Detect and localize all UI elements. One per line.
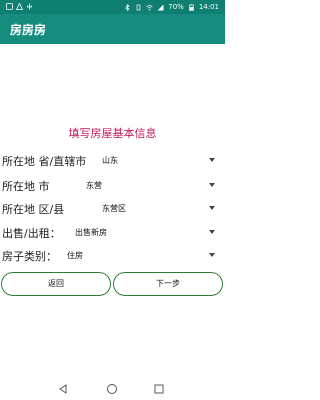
form-title: 填写房屋基本信息 [68, 127, 157, 140]
status-bar: 70% 14:01 [0, 0, 225, 14]
alert-icon [16, 3, 23, 10]
house-type-value: 住房 [67, 251, 83, 260]
notification-icon [6, 3, 13, 10]
circle-home-icon[interactable] [106, 383, 118, 395]
district-label: 所在地 区/县 [2, 203, 65, 216]
city-label: 所在地 市 [2, 180, 50, 193]
battery-icon [188, 3, 194, 11]
chevron-down-icon [209, 206, 215, 210]
app-title: 房房房 [10, 23, 47, 37]
sale-rent-spinner[interactable]: 出售/出租： 出售新房 [0, 222, 225, 242]
chevron-down-icon [209, 183, 215, 187]
sale-rent-label: 出售/出租： [2, 227, 61, 240]
usb-icon [27, 3, 32, 10]
chevron-down-icon [209, 230, 215, 234]
house-type-label: 房子类别： [2, 250, 57, 263]
battery-level: 70% [168, 3, 184, 11]
navigation-bar [0, 378, 225, 400]
city-spinner[interactable]: 所在地 市 东营 [0, 175, 225, 195]
bluetooth-icon [125, 3, 130, 11]
wifi-icon [146, 4, 153, 10]
chevron-down-icon [209, 253, 215, 257]
status-left-icons [6, 3, 33, 10]
house-type-spinner[interactable]: 房子类别： 住房 [0, 245, 225, 265]
signal-icon [157, 4, 164, 10]
province-value: 山东 [102, 156, 118, 165]
sale-rent-value: 出售新房 [75, 228, 107, 237]
back-button[interactable]: 返回 [1, 272, 111, 296]
district-value: 东营区 [102, 204, 126, 213]
triangle-back-icon[interactable] [57, 383, 69, 395]
app-bar: 房房房 [0, 14, 225, 44]
vibrate-icon [136, 4, 141, 10]
province-spinner[interactable]: 所在地 省/直辖市 山东 [0, 150, 225, 170]
status-right-info: 70% 14:01 [124, 3, 219, 11]
district-spinner[interactable]: 所在地 区/县 东营区 [0, 198, 225, 218]
chevron-down-icon [209, 158, 215, 162]
next-button[interactable]: 下一步 [113, 272, 223, 296]
city-value: 东营 [86, 181, 102, 190]
square-recent-icon[interactable] [153, 383, 165, 395]
province-label: 所在地 省/直辖市 [2, 155, 87, 168]
clock: 14:01 [198, 3, 219, 11]
